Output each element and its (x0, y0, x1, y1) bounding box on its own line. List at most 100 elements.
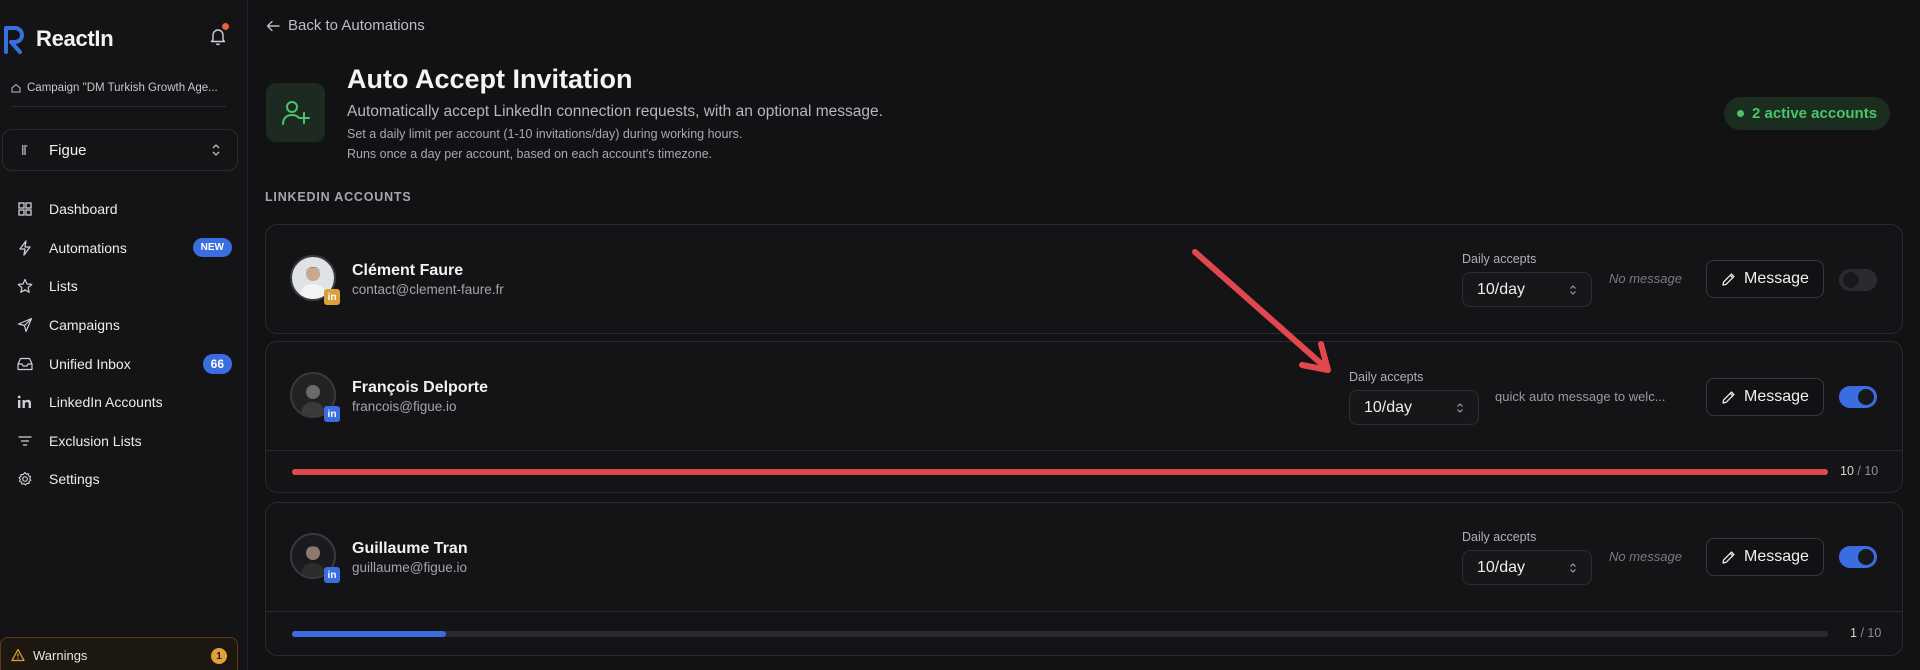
progress-used: 1 (1850, 626, 1857, 640)
sidebar-item-label: Lists (49, 278, 78, 295)
linkedin-badge-icon: in (324, 406, 340, 422)
chevron-updown-icon (212, 144, 220, 156)
pencil-icon (1722, 390, 1735, 404)
new-badge: NEW (192, 238, 232, 258)
account-card: in François Delporte francois@figue.io D… (265, 341, 1903, 493)
active-accounts-label: 2 active accounts (1751, 105, 1878, 122)
toggle-knob (1843, 272, 1859, 288)
daily-progress-text: 1 / 10 (1850, 626, 1881, 640)
account-enabled-toggle[interactable] (1839, 546, 1877, 568)
linkedin-badge-icon: in (324, 289, 340, 305)
edit-message-button[interactable]: Message (1706, 260, 1824, 298)
fork-knife-icon: ǁ̇ (21, 142, 27, 158)
sidebar-item-exclusion-lists[interactable]: Exclusion Lists (0, 422, 248, 461)
divider (266, 611, 1902, 612)
sidebar-item-unified-inbox[interactable]: Unified Inbox 66 (0, 344, 248, 383)
sidebar: ReactIn Campaign "DM Turkish Growth Age.… (0, 0, 248, 670)
reactin-logo-icon (4, 26, 24, 54)
progress-used: 10 (1840, 464, 1854, 478)
sidebar-item-dashboard[interactable]: Dashboard (0, 190, 248, 229)
message-button-label: Message (1744, 388, 1809, 405)
daily-progress-bar (292, 631, 1828, 637)
account-email: francois@figue.io (352, 399, 457, 414)
daily-accepts-label: Daily accepts (1462, 252, 1537, 266)
active-accounts-badge: 2 active accounts (1724, 97, 1890, 130)
chevron-updown-icon (1570, 284, 1576, 295)
sidebar-item-label: Settings (49, 471, 100, 488)
notification-dot (222, 23, 229, 30)
chevron-updown-icon (1457, 402, 1463, 413)
account-enabled-toggle[interactable] (1839, 386, 1877, 408)
account-card: in Guillaume Tran guillaume@figue.io Dai… (265, 502, 1903, 656)
account-email: contact@clement-faure.fr (352, 282, 504, 297)
workspace-selector[interactable]: ǁ̇ Figue (2, 129, 238, 171)
toggle-knob (1858, 389, 1874, 405)
bolt-icon (16, 239, 33, 256)
progress-separator: / (1857, 464, 1861, 478)
pencil-icon (1722, 272, 1735, 286)
account-name: François Delporte (352, 379, 489, 396)
account-name: Guillaume Tran (352, 540, 468, 557)
account-enabled-toggle[interactable] (1839, 269, 1877, 291)
message-preview: quick auto message to welc... (1495, 389, 1666, 404)
sidebar-nav: Dashboard Automations NEW Lists Campaign… (0, 190, 248, 499)
app-logo[interactable]: ReactIn (0, 24, 114, 54)
sidebar-item-label: Automations (49, 239, 127, 256)
automation-icon-tile (266, 83, 325, 142)
daily-accepts-label: Daily accepts (1462, 530, 1537, 544)
back-label: Back to Automations (288, 17, 425, 34)
sidebar-item-label: LinkedIn Accounts (49, 394, 163, 411)
sidebar-item-settings[interactable]: Settings (0, 460, 248, 499)
gear-icon (16, 471, 33, 488)
sidebar-item-campaigns[interactable]: Campaigns (0, 306, 248, 345)
sidebar-item-lists[interactable]: Lists (0, 267, 248, 306)
daily-accepts-value: 10/day (1477, 558, 1526, 576)
progress-total: 10 (1867, 626, 1882, 640)
message-button-label: Message (1744, 270, 1809, 287)
workspace-name: Figue (49, 141, 87, 159)
daily-accepts-select[interactable]: 10/day (1349, 390, 1479, 425)
edit-message-button[interactable]: Message (1706, 538, 1824, 576)
edit-message-button[interactable]: Message (1706, 378, 1824, 416)
account-name: Clément Faure (352, 262, 464, 279)
divider (266, 450, 1902, 451)
send-icon (16, 317, 33, 334)
daily-accepts-label: Daily accepts (1349, 370, 1424, 384)
daily-accepts-value: 10/day (1477, 280, 1526, 298)
page-subtitle: Automatically accept LinkedIn connection… (347, 103, 883, 120)
star-icon (16, 278, 33, 295)
sidebar-item-label: Dashboard (49, 201, 118, 218)
linkedin-badge-icon: in (324, 567, 340, 583)
user-plus-icon (281, 100, 310, 125)
progress-total: 10 (1864, 464, 1879, 478)
daily-accepts-select[interactable]: 10/day (1462, 550, 1592, 585)
unread-count-badge: 66 (202, 353, 232, 374)
campaign-selector[interactable]: Campaign "DM Turkish Growth Age... (11, 82, 226, 107)
status-dot (1736, 110, 1744, 117)
sidebar-item-automations[interactable]: Automations NEW (0, 229, 248, 268)
pencil-icon (1722, 550, 1735, 564)
page-description-schedule: Runs once a day per account, based on ea… (347, 147, 713, 161)
page-title: Auto Accept Invitation (347, 64, 633, 94)
daily-progress-fill (292, 469, 1828, 475)
sidebar-item-linkedin-accounts[interactable]: LinkedIn Accounts (0, 383, 248, 422)
daily-progress-text: 10 / 10 (1840, 464, 1878, 478)
section-heading: LINKEDIN ACCOUNTS (265, 190, 412, 204)
sidebar-item-label: Unified Inbox (49, 355, 131, 372)
grid-icon (16, 201, 33, 218)
home-icon (11, 83, 21, 93)
toggle-knob (1858, 549, 1874, 565)
sidebar-item-label: Campaigns (49, 317, 120, 334)
inbox-icon (16, 355, 33, 372)
daily-progress-fill (292, 631, 446, 637)
campaign-label: Campaign "DM Turkish Growth Age... (27, 82, 218, 94)
linkedin-icon (16, 394, 33, 411)
sidebar-item-label: Exclusion Lists (49, 432, 142, 449)
back-to-automations-link[interactable]: Back to Automations (266, 17, 425, 34)
warnings-panel[interactable]: Warnings 1 (0, 637, 238, 670)
message-button-label: Message (1744, 548, 1809, 565)
daily-accepts-value: 10/day (1364, 398, 1413, 416)
account-card: in Clément Faure contact@clement-faure.f… (265, 224, 1903, 334)
daily-accepts-select[interactable]: 10/day (1462, 272, 1592, 307)
progress-separator: / (1860, 626, 1864, 640)
